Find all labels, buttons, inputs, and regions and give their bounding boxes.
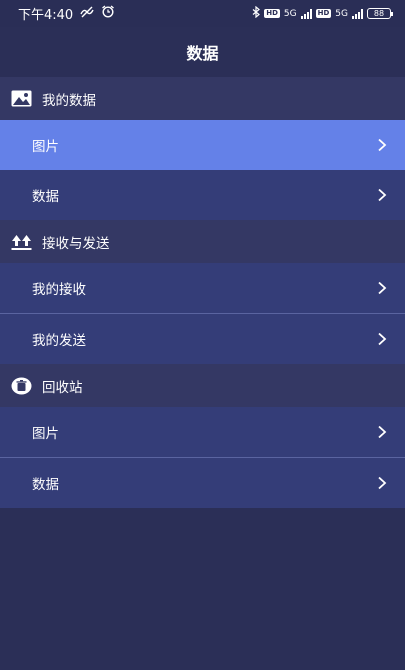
status-left: 下午4:40 bbox=[18, 4, 115, 23]
bluetooth-icon bbox=[252, 5, 261, 21]
page-title: 数据 bbox=[186, 44, 219, 63]
alarm-icon bbox=[101, 5, 115, 22]
section-header-my-data: 我的数据 bbox=[0, 77, 405, 120]
row-recycle-images[interactable]: 图片 bbox=[0, 407, 405, 457]
row-recycle-data[interactable]: 数据 bbox=[0, 458, 405, 508]
chevron-right-icon bbox=[378, 476, 387, 490]
network-type-1: 5G bbox=[283, 8, 297, 19]
row-label: 数据 bbox=[32, 189, 59, 205]
chevron-right-icon bbox=[378, 425, 387, 439]
trash-icon bbox=[11, 377, 32, 395]
row-my-data-images[interactable]: 图片 bbox=[0, 120, 405, 170]
page-header: 数据 bbox=[0, 27, 405, 77]
section-title-my-data: 我的数据 bbox=[42, 92, 96, 109]
chevron-right-icon bbox=[378, 138, 387, 152]
chevron-right-icon bbox=[378, 332, 387, 346]
image-icon bbox=[11, 90, 32, 108]
chevron-right-icon bbox=[378, 281, 387, 295]
row-my-send[interactable]: 我的发送 bbox=[0, 314, 405, 364]
row-my-receive[interactable]: 我的接收 bbox=[0, 263, 405, 313]
row-my-data-data[interactable]: 数据 bbox=[0, 170, 405, 220]
section-title-transfer: 接收与发送 bbox=[42, 235, 110, 252]
transfer-arrows-icon bbox=[11, 233, 32, 251]
network-type-2: 5G bbox=[335, 8, 348, 19]
row-label: 数据 bbox=[32, 477, 59, 493]
status-bar: 下午4:40 HD 5G HD 5G 88 bbox=[0, 0, 405, 27]
status-time: 下午4:40 bbox=[18, 8, 74, 23]
row-label: 我的接收 bbox=[32, 282, 86, 298]
hd-badge-2: HD bbox=[315, 9, 332, 18]
hd-badge-1: HD bbox=[264, 9, 280, 18]
section-title-recycle-bin: 回收站 bbox=[42, 379, 83, 396]
row-label: 图片 bbox=[32, 426, 59, 442]
section-header-transfer: 接收与发送 bbox=[0, 220, 405, 263]
battery-icon: 88 bbox=[367, 8, 393, 19]
chevron-right-icon bbox=[378, 188, 387, 202]
row-label: 我的发送 bbox=[32, 333, 86, 349]
status-right: HD 5G HD 5G 88 bbox=[252, 5, 393, 21]
row-label: 图片 bbox=[32, 139, 59, 155]
signal-icon-2 bbox=[352, 8, 363, 19]
battery-level: 88 bbox=[373, 9, 385, 18]
signal-icon-1 bbox=[300, 8, 312, 19]
mute-icon bbox=[79, 6, 95, 22]
section-header-recycle-bin: 回收站 bbox=[0, 364, 405, 407]
